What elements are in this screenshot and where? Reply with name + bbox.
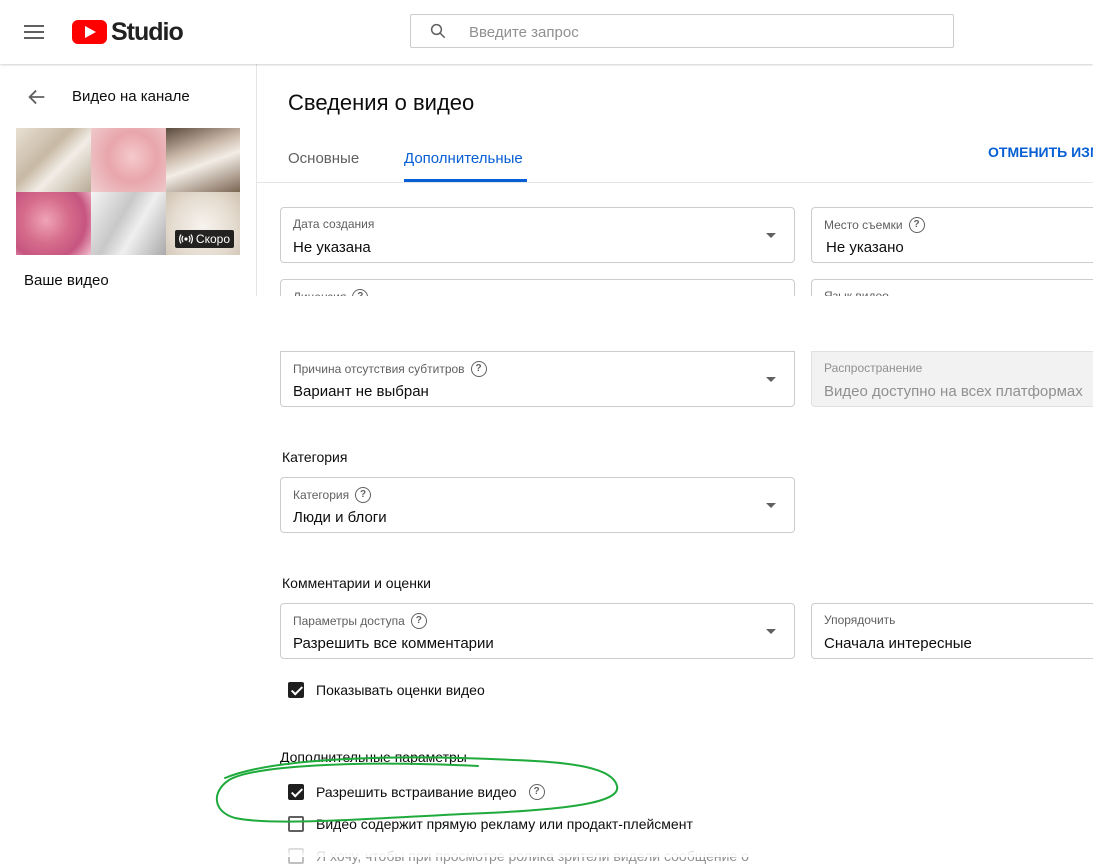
field-value: Люди и блоги	[293, 509, 387, 526]
checkbox-label: Видео содержит прямую рекламу или продак…	[316, 816, 693, 832]
show-ratings-checkbox[interactable]	[288, 682, 304, 698]
field-label: Распространение	[824, 361, 923, 375]
location-field[interactable]: Место съемки? Не указано	[811, 207, 1093, 263]
search-input[interactable]	[467, 21, 931, 43]
field-value: Не указано	[826, 239, 904, 256]
paid-promotion-checkbox[interactable]	[288, 816, 304, 832]
field-label: Категория?	[293, 487, 372, 503]
page-title: Сведения о видео	[288, 90, 475, 115]
category-dropdown[interactable]: Категория? Люди и блоги	[280, 477, 795, 533]
thumbnail-tile: Скоро	[166, 192, 240, 255]
sort-by-dropdown[interactable]: Упорядочить Сначала интересные	[811, 603, 1093, 659]
youtube-studio-logo[interactable]: Studio	[72, 17, 184, 46]
field-label: Место съемки?	[824, 217, 925, 233]
checkbox-label: Показывать оценки видео	[316, 682, 485, 698]
search-icon[interactable]	[429, 22, 447, 40]
badge-label: Скоро	[195, 232, 230, 246]
top-header: Studio	[0, 0, 1093, 64]
logo-text: Studio	[111, 17, 184, 46]
sidebar-blank	[0, 296, 256, 857]
section-title-category: Категория	[282, 449, 348, 465]
dropdown-arrow-icon[interactable]	[766, 629, 776, 634]
help-icon[interactable]: ?	[410, 613, 427, 629]
field-value: Сначала интересные	[824, 635, 972, 652]
section-title-comments: Комментарии и оценки	[282, 575, 431, 591]
field-value: Не указана	[293, 239, 371, 256]
help-icon[interactable]: ?	[470, 361, 487, 377]
undo-changes-button[interactable]: ОТМЕНИТЬ ИЗМ	[988, 144, 1093, 160]
help-icon[interactable]: ?	[528, 784, 545, 800]
field-label: Причина отсутствия субтитров?	[293, 361, 487, 377]
field-value: Вариант не выбран	[293, 383, 429, 400]
thumbnail-tile	[91, 128, 166, 192]
tab-basic[interactable]: Основные	[288, 150, 359, 167]
allow-embedding-row[interactable]: Разрешить встраивание видео ?	[288, 784, 545, 800]
field-value: Разрешить все комментарии	[293, 635, 494, 652]
premiere-soon-badge: Скоро	[174, 230, 234, 248]
tab-advanced[interactable]: Дополнительные	[404, 150, 523, 167]
dropdown-arrow-icon[interactable]	[766, 233, 776, 238]
divider	[256, 182, 1093, 183]
paid-promotion-row[interactable]: Видео содержит прямую рекламу или продак…	[288, 816, 693, 832]
youtube-play-icon	[72, 20, 107, 44]
scroll-fade	[256, 845, 1093, 857]
left-sidebar: Видео на канале Скоро Ваше видео	[0, 64, 257, 296]
thumbnail-tile	[91, 192, 166, 255]
your-video-label: Ваше видео	[24, 272, 109, 289]
help-icon[interactable]: ?	[908, 217, 925, 233]
comments-access-dropdown[interactable]: Параметры доступа? Разрешить все коммент…	[280, 603, 795, 659]
dropdown-arrow-icon[interactable]	[766, 503, 776, 508]
hamburger-menu-icon[interactable]	[24, 22, 46, 42]
screenshot-cut	[256, 296, 1093, 358]
section-title-advanced: Дополнительные параметры	[280, 749, 467, 765]
live-broadcast-icon	[178, 234, 193, 244]
caption-certification-dropdown[interactable]: Причина отсутствия субтитров? Вариант не…	[280, 351, 795, 407]
field-label: Упорядочить	[824, 613, 896, 627]
field-label: Параметры доступа?	[293, 613, 427, 629]
help-icon[interactable]: ?	[355, 487, 372, 503]
recording-date-dropdown[interactable]: Дата создания Не указана	[280, 207, 795, 263]
show-ratings-row[interactable]: Показывать оценки видео	[288, 682, 485, 698]
dropdown-arrow-icon[interactable]	[766, 377, 776, 382]
search-box[interactable]	[410, 14, 954, 48]
distribution-field: Распространение Видео доступно на всех п…	[811, 351, 1093, 407]
back-arrow-icon[interactable]	[26, 86, 48, 108]
thumbnail-tile	[16, 192, 91, 255]
video-thumbnail[interactable]: Скоро	[16, 128, 240, 255]
checkbox-label: Разрешить встраивание видео	[316, 784, 517, 800]
allow-embedding-checkbox[interactable]	[288, 784, 304, 800]
field-value: Видео доступно на всех платформах	[824, 383, 1083, 400]
back-to-channel-videos-link[interactable]: Видео на канале	[72, 88, 190, 105]
thumbnail-tile	[16, 128, 91, 192]
thumbnail-tile	[166, 128, 240, 192]
field-label: Дата создания	[293, 217, 375, 231]
